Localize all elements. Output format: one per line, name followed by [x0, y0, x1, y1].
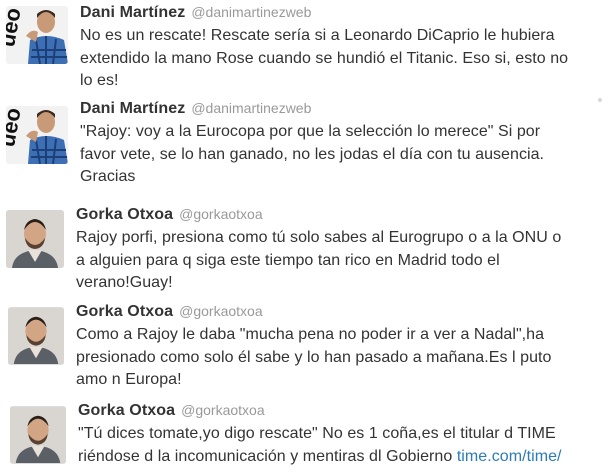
- avatar-gorka-otxoa[interactable]: [8, 307, 64, 365]
- tweet-text: "Rajoy: voy a la Eurocopa por que la sel…: [80, 121, 544, 189]
- tweet-link[interactable]: time.com/time/: [457, 448, 562, 465]
- tweet-line: "Rajoy: voy a la Eurocopa por que la sel…: [80, 123, 541, 140]
- avatar-gorka-otxoa[interactable]: [6, 210, 64, 268]
- author-name[interactable]: Gorka Otxoa: [76, 303, 173, 320]
- tweet-line: Rajoy porfi, presiona como tú solo sabes…: [76, 229, 562, 246]
- tweet-line: a alguien para q siga este tiempo tan ri…: [76, 251, 500, 269]
- tweet-body: Dani Martínez @danimartinezweb "Rajoy: vo…: [80, 100, 544, 189]
- tweet-line: "Tú dices tomate,yo digo rescate" No es …: [78, 425, 556, 442]
- dani-photo-icon: ueo: [6, 6, 68, 64]
- tweet-line: extendido la mano Rose cuando se hundió …: [80, 49, 569, 67]
- author-name[interactable]: Gorka Otxoa: [78, 402, 175, 419]
- author-name[interactable]: Dani Martínez: [80, 4, 185, 21]
- gorka-photo-icon: [8, 308, 64, 364]
- gorka-photo-icon: [10, 407, 66, 463]
- author-handle[interactable]: @gorkaotxoa: [179, 303, 262, 319]
- tweet-line-text: riéndose d la incomunicación y mentiras …: [78, 447, 453, 465]
- tweet-body: Dani Martínez @danimartinezweb No es un r…: [80, 4, 568, 93]
- author-handle[interactable]: @gorkaotxoa: [181, 402, 264, 418]
- tweet-body: Gorka Otxoa @gorkaotxoa "Tú dices tomate,…: [78, 402, 562, 468]
- dani-photo-icon: ueo: [6, 106, 68, 164]
- tweet-line: amo n Europa!: [76, 371, 182, 388]
- tweet-line: lo es!: [80, 72, 119, 89]
- tweet-body: Gorka Otxoa @gorkaotxoa Como a Rajoy le d…: [76, 303, 551, 392]
- corner-dot: [598, 98, 602, 102]
- tweet-text: No es un rescate! Rescate sería si a Leo…: [80, 25, 568, 93]
- author-name[interactable]: Gorka Otxoa: [76, 206, 173, 223]
- author-name[interactable]: Dani Martínez: [80, 100, 185, 117]
- tweet-line: favor vete, se lo han ganado, no les jod…: [80, 145, 545, 163]
- tweet-text: Rajoy porfi, presiona como tú solo sabes…: [76, 227, 561, 295]
- author-handle[interactable]: @danimartinezweb: [191, 4, 311, 20]
- tweet-line: No es un rescate! Rescate sería si a Leo…: [80, 27, 555, 44]
- author-handle[interactable]: @gorkaotxoa: [179, 206, 262, 222]
- tweet-line: presionado como solo él sabe y lo han pa…: [76, 348, 552, 366]
- tweet-line: Gracias: [80, 168, 136, 185]
- avatar-dani-martinez[interactable]: ueo: [6, 106, 68, 164]
- tweet-line: riéndose d la incomunicación y mentiras …: [78, 446, 562, 469]
- gorka-photo-icon: [6, 210, 64, 268]
- author-handle[interactable]: @danimartinezweb: [191, 100, 311, 116]
- avatar-dani-martinez[interactable]: ueo: [6, 6, 68, 64]
- tweet-text: "Tú dices tomate,yo digo rescate" No es …: [78, 423, 562, 468]
- tweet-line: verano!Guay!: [76, 274, 173, 291]
- avatar-gorka-otxoa[interactable]: [10, 406, 66, 464]
- tweet-text: Como a Rajoy le daba "mucha pena no pode…: [76, 324, 551, 392]
- tweet-line: Como a Rajoy le daba "mucha pena no pode…: [76, 326, 545, 343]
- tweet-body: Gorka Otxoa @gorkaotxoa Rajoy porfi, pres…: [76, 206, 561, 295]
